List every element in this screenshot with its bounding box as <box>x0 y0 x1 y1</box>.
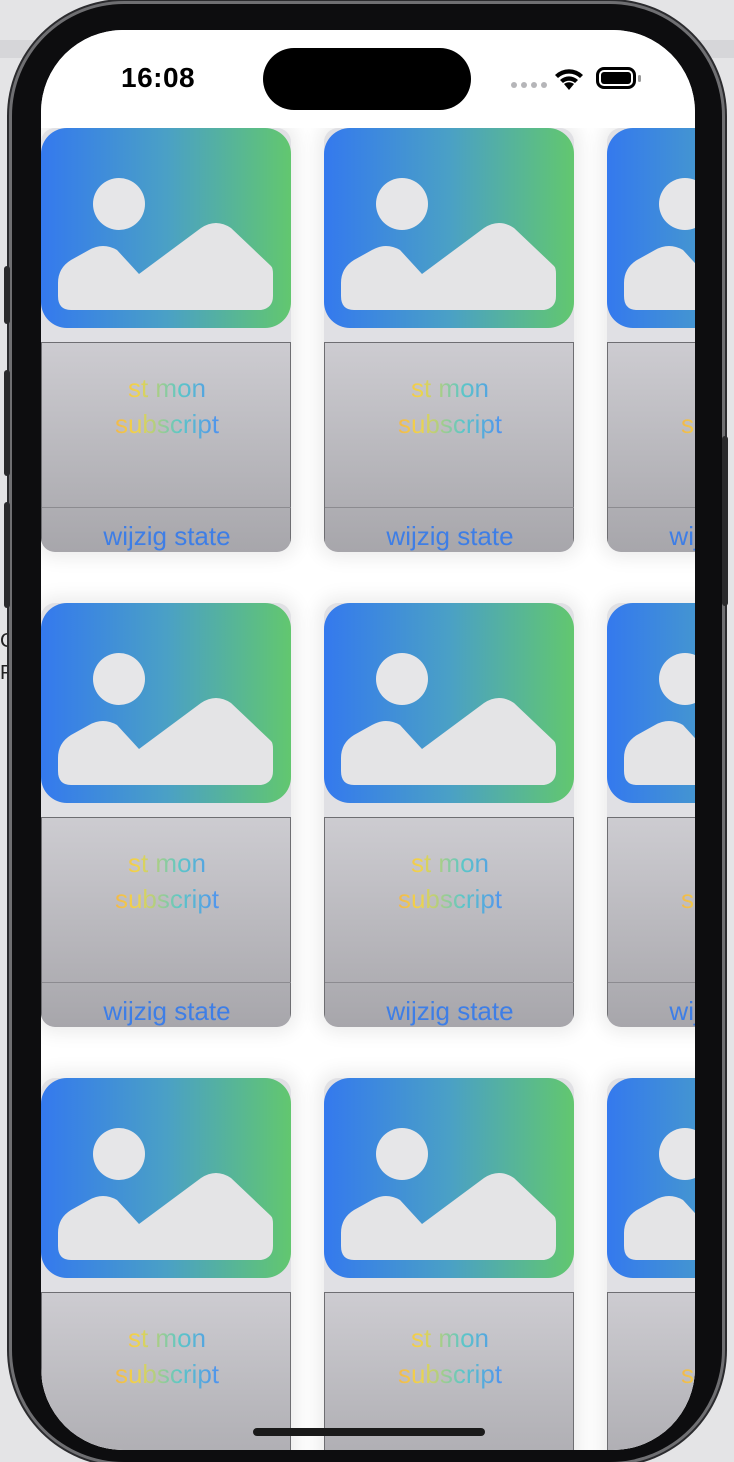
product-card[interactable]: st monsubscriptwijzig state <box>607 1078 695 1450</box>
thumbnail <box>607 603 695 803</box>
product-card[interactable]: st mon subscript wijzig state <box>324 603 574 1027</box>
photo-placeholder-icon <box>58 653 273 785</box>
card-content-panel: st mon subscript wijzig state <box>324 342 574 552</box>
phone-screen: 16:08 st mon subscript wijzig state st mon s… <box>41 30 695 1450</box>
photo-placeholder-icon <box>624 1128 695 1260</box>
card-divider <box>325 507 574 508</box>
product-card[interactable]: st mon subscript wijzig state <box>324 128 574 552</box>
thumbnail <box>607 1078 695 1278</box>
card-subtitle-text: subscript <box>42 409 291 440</box>
thumbnail <box>41 128 291 328</box>
card-divider <box>42 982 291 983</box>
card-title-text: st mon <box>325 1323 574 1354</box>
card-title-text: st mon <box>608 1323 695 1354</box>
card-subtitle-text: subscript <box>42 1359 291 1390</box>
thumbnail <box>324 128 574 328</box>
change-state-button[interactable]: wijzig state <box>42 996 291 1027</box>
card-content-panel: st monsubscriptwijzig state <box>324 1292 574 1450</box>
photo-placeholder-icon <box>341 178 556 310</box>
card-title-text: st mon <box>42 373 291 404</box>
card-content-panel: st mon subscript wijzig state <box>607 817 695 1027</box>
product-card[interactable]: st monsubscriptwijzig state <box>41 1078 291 1450</box>
card-subtitle-text: subscript <box>325 1359 574 1390</box>
photo-placeholder-icon <box>624 653 695 785</box>
product-card[interactable]: st mon subscript wijzig state <box>41 603 291 1027</box>
card-content-panel: st monsubscriptwijzig state <box>41 1292 291 1450</box>
card-subtitle-text: subscript <box>325 884 574 915</box>
change-state-button[interactable]: wijzig state <box>42 521 291 552</box>
card-content-panel: st mon subscript wijzig state <box>41 342 291 552</box>
card-subtitle-text: subscript <box>42 884 291 915</box>
thumbnail <box>41 1078 291 1278</box>
cellular-signal-icon <box>511 82 547 88</box>
card-content-panel: st mon subscript wijzig state <box>41 817 291 1027</box>
power-button <box>722 436 728 606</box>
card-content-panel: st mon subscript wijzig state <box>607 342 695 552</box>
status-time: 16:08 <box>121 62 196 93</box>
product-card[interactable]: st mon subscript wijzig state <box>41 128 291 552</box>
status-bar: 16:08 <box>41 30 695 128</box>
change-state-button[interactable]: wijzig state <box>608 996 695 1027</box>
card-divider <box>608 982 695 983</box>
product-card[interactable]: st mon subscript wijzig state <box>607 603 695 1027</box>
change-state-button[interactable]: wijzig state <box>325 996 574 1027</box>
photo-placeholder-icon <box>341 653 556 785</box>
thumbnail <box>607 128 695 328</box>
card-title-text: st mon <box>325 848 574 879</box>
volume-up-button <box>4 370 10 476</box>
photo-placeholder-icon <box>341 1128 556 1260</box>
card-subtitle-text: subscript <box>325 409 574 440</box>
thumbnail <box>324 603 574 803</box>
action-button <box>4 266 10 324</box>
card-divider <box>42 507 291 508</box>
volume-down-button <box>4 502 10 608</box>
card-subtitle-text: subscript <box>608 1359 695 1390</box>
product-card[interactable]: st mon subscript wijzig state <box>607 128 695 552</box>
card-divider <box>325 982 574 983</box>
card-divider <box>608 507 695 508</box>
card-title-text: st mon <box>42 1323 291 1354</box>
card-title-text: st mon <box>608 373 695 404</box>
change-state-button[interactable]: wijzig state <box>608 521 695 552</box>
wifi-icon <box>555 69 583 90</box>
home-indicator[interactable] <box>253 1428 485 1436</box>
photo-placeholder-icon <box>624 178 695 310</box>
dynamic-island <box>263 48 471 110</box>
card-title-text: st mon <box>608 848 695 879</box>
thumbnail <box>41 603 291 803</box>
card-subtitle-text: subscript <box>608 409 695 440</box>
card-title-text: st mon <box>325 373 574 404</box>
thumbnail <box>324 1078 574 1278</box>
photo-placeholder-icon <box>58 1128 273 1260</box>
card-content-panel: st mon subscript wijzig state <box>324 817 574 1027</box>
product-card[interactable]: st monsubscriptwijzig state <box>324 1078 574 1450</box>
card-title-text: st mon <box>42 848 291 879</box>
card-subtitle-text: subscript <box>608 884 695 915</box>
change-state-button[interactable]: wijzig state <box>325 521 574 552</box>
photo-placeholder-icon <box>58 178 273 310</box>
battery-icon <box>596 67 641 89</box>
card-content-panel: st monsubscriptwijzig state <box>607 1292 695 1450</box>
